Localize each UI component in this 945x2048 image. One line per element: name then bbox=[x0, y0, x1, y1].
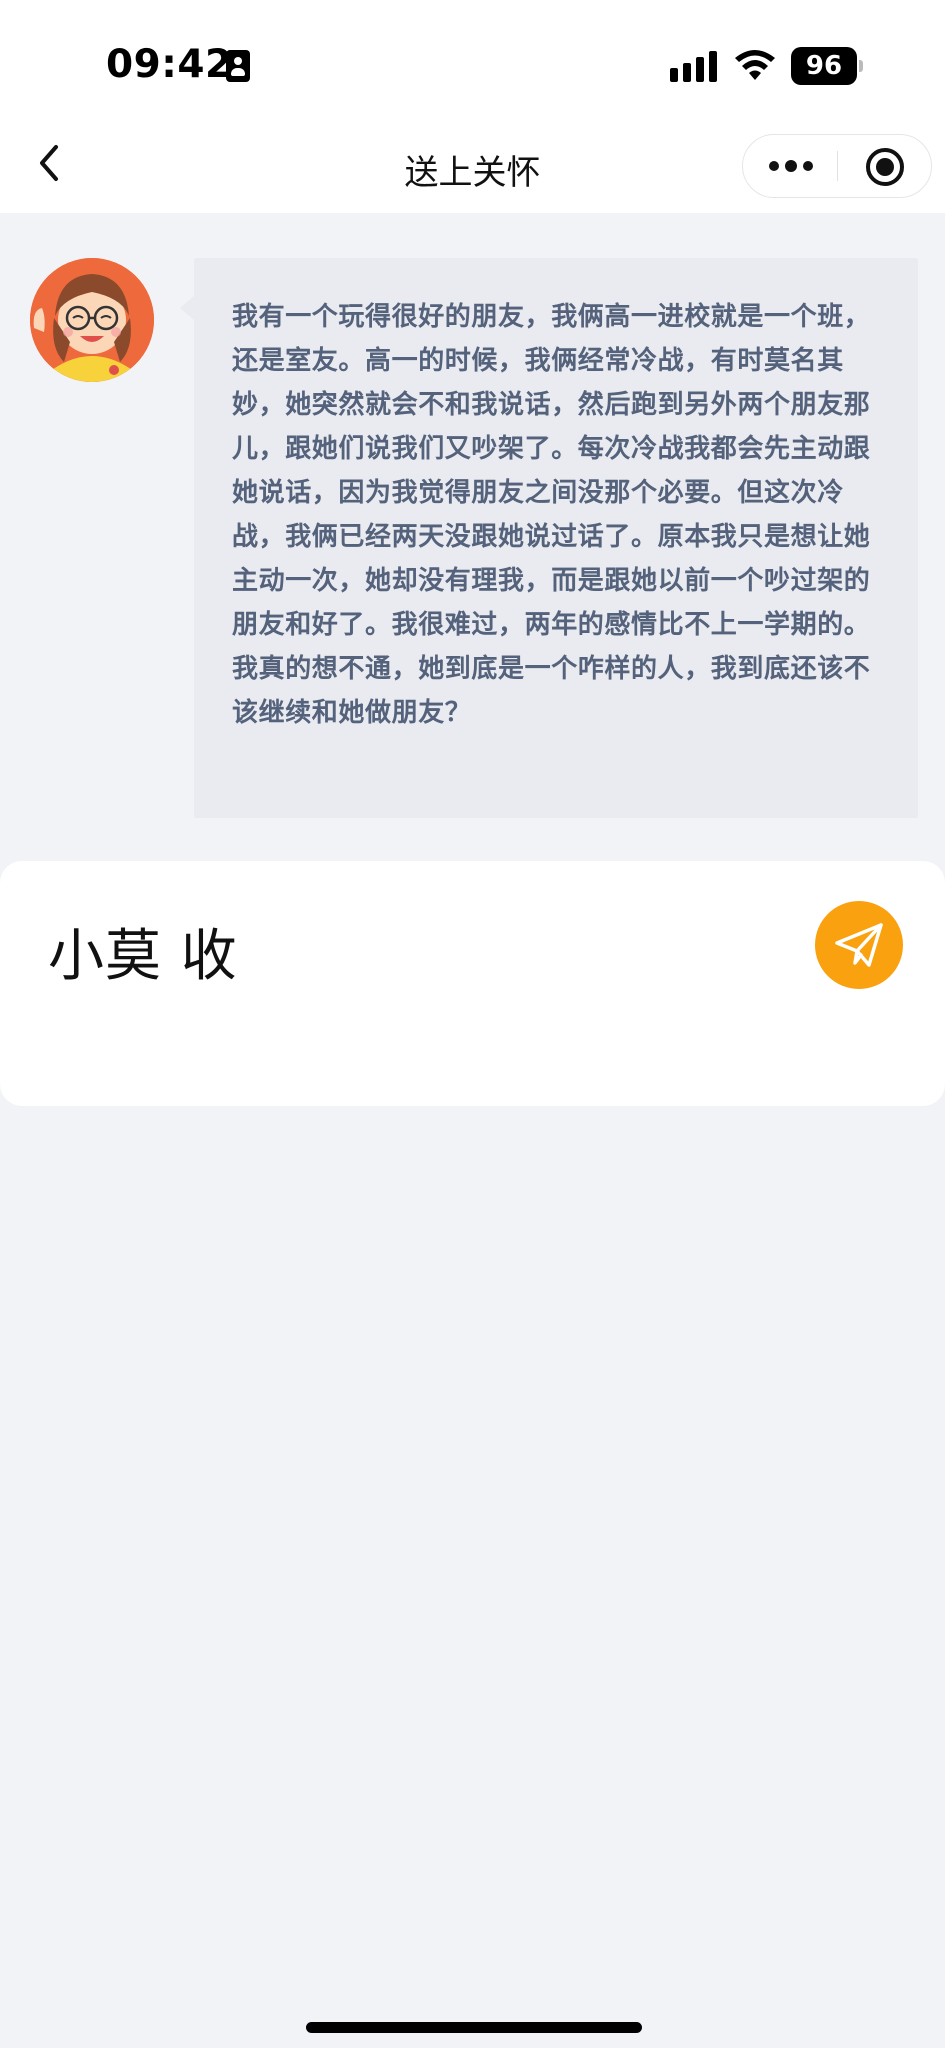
reply-card: 小莫 收 bbox=[0, 861, 945, 1106]
battery-icon: 96 bbox=[791, 47, 863, 85]
message-bubble: 我有一个玩得很好的朋友，我俩高一进校就是一个班，还是室友。高一的时候，我俩经常冷… bbox=[180, 258, 918, 818]
send-button[interactable] bbox=[815, 901, 903, 989]
status-time: 09:42 bbox=[106, 42, 233, 87]
paper-plane-icon bbox=[835, 923, 883, 967]
more-dots-icon[interactable] bbox=[743, 135, 837, 197]
target-close-icon[interactable] bbox=[838, 135, 931, 197]
reply-input[interactable]: 小莫 收 bbox=[48, 911, 238, 992]
navigation-bar: 送上关怀 bbox=[0, 115, 945, 213]
contact-card-icon bbox=[226, 50, 250, 82]
wifi-icon bbox=[735, 50, 775, 80]
cellular-signal-icon bbox=[670, 50, 720, 82]
status-bar: 09:42 96 bbox=[0, 0, 945, 115]
message-text: 我有一个玩得很好的朋友，我俩高一进校就是一个班，还是室友。高一的时候，我俩经常冷… bbox=[232, 302, 871, 728]
avatar bbox=[30, 258, 154, 382]
home-indicator bbox=[306, 2022, 642, 2033]
mini-program-capsule bbox=[742, 134, 932, 198]
